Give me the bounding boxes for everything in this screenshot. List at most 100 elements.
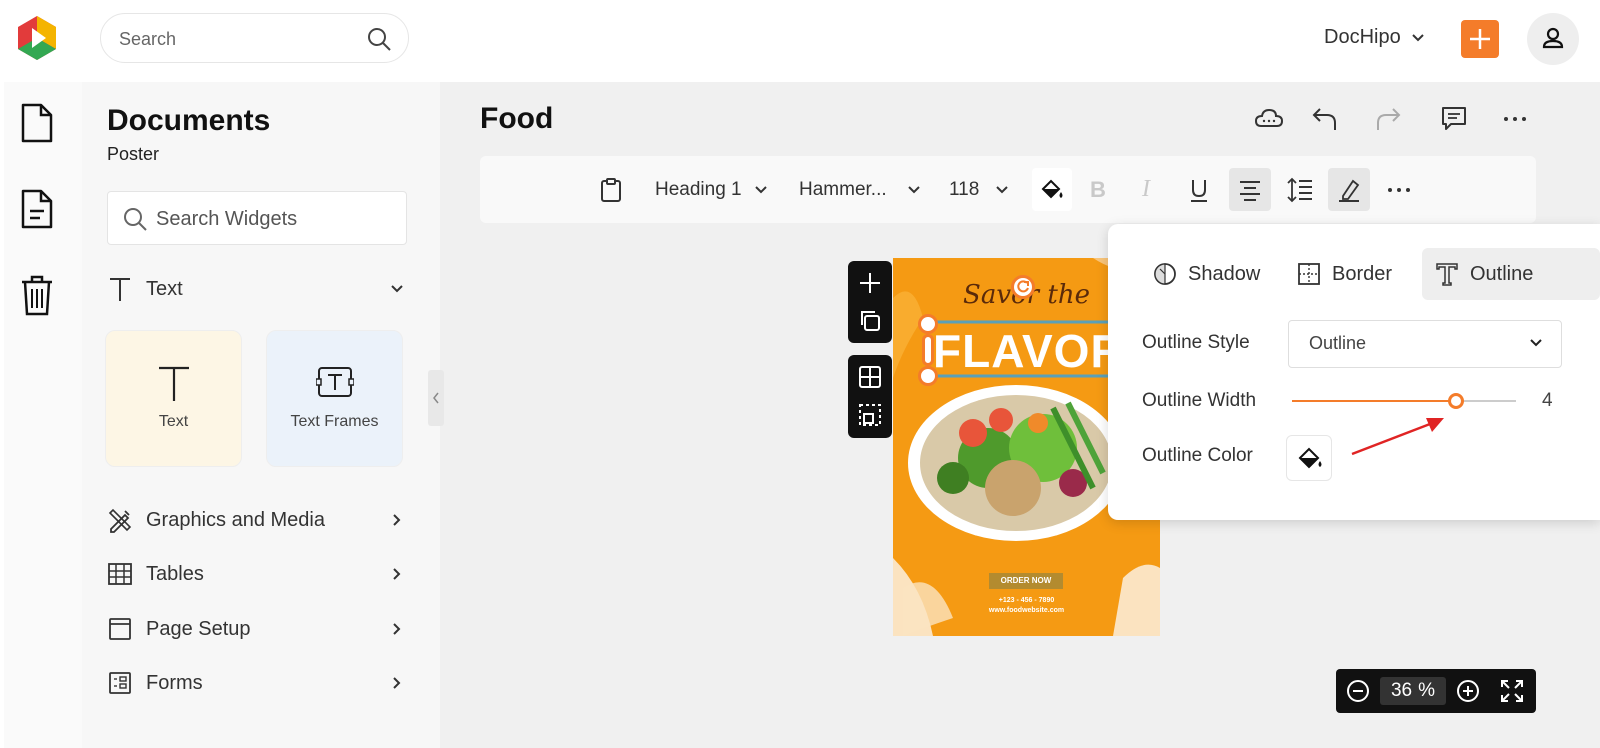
format-toolbar: Heading 1 Hammer... 118 B I bbox=[480, 156, 1536, 223]
line-spacing-icon bbox=[1287, 177, 1312, 202]
outline-style-value: Outline bbox=[1309, 333, 1367, 353]
zoom-level[interactable]: 36 % bbox=[1380, 677, 1446, 705]
outline-color-label: Outline Color bbox=[1142, 445, 1253, 466]
font-size-dropdown[interactable]: 118 bbox=[949, 156, 1009, 223]
global-search[interactable] bbox=[100, 13, 409, 63]
tab-shadow[interactable]: Shadow bbox=[1140, 248, 1272, 300]
document-title[interactable]: Food bbox=[480, 102, 553, 136]
form-icon bbox=[107, 670, 133, 696]
resize-handle-side[interactable] bbox=[922, 334, 934, 366]
zoom-unit: % bbox=[1418, 680, 1436, 701]
border-icon bbox=[1298, 263, 1320, 285]
slider-thumb[interactable] bbox=[1447, 393, 1464, 409]
clipboard-icon[interactable] bbox=[599, 156, 623, 223]
account-button[interactable] bbox=[1527, 13, 1579, 65]
tab-label: Border bbox=[1332, 262, 1393, 285]
create-button[interactable] bbox=[1461, 20, 1499, 58]
align-center-button[interactable] bbox=[1229, 168, 1271, 211]
outline-style-label: Outline Style bbox=[1142, 332, 1250, 353]
tab-border[interactable]: Border bbox=[1284, 248, 1404, 300]
bold-button[interactable]: B bbox=[1090, 156, 1106, 223]
workspace-dropdown[interactable]: DocHipo bbox=[1324, 26, 1425, 49]
outline-style-select[interactable]: Outline bbox=[1288, 320, 1562, 368]
undo-icon[interactable] bbox=[1310, 104, 1340, 134]
zoom-out-icon[interactable] bbox=[1346, 679, 1370, 703]
cloud-save-icon[interactable] bbox=[1254, 104, 1284, 134]
text-widget-card[interactable]: Text bbox=[105, 330, 242, 467]
duplicate-icon[interactable] bbox=[858, 309, 882, 333]
font-family-dropdown[interactable]: Hammer... bbox=[799, 156, 921, 223]
add-icon[interactable] bbox=[858, 271, 882, 295]
more-icon bbox=[1388, 187, 1410, 192]
page-setup-section-header[interactable]: Page Setup bbox=[107, 614, 407, 644]
search-icon bbox=[122, 206, 148, 232]
underline-button[interactable] bbox=[1188, 156, 1210, 223]
outline-text-icon bbox=[1436, 263, 1458, 286]
text-color-button[interactable] bbox=[1032, 168, 1072, 211]
chevron-right-icon bbox=[389, 566, 405, 582]
chevron-down-icon bbox=[389, 281, 405, 297]
zoom-in-icon[interactable] bbox=[1456, 679, 1480, 703]
collapse-panel-handle[interactable] bbox=[428, 370, 444, 426]
resize-handle-bottom[interactable] bbox=[918, 366, 938, 386]
text-effects-button[interactable] bbox=[1328, 168, 1370, 211]
comment-icon[interactable] bbox=[1439, 104, 1469, 134]
panel-title: Documents bbox=[107, 104, 271, 137]
font-family-value: Hammer... bbox=[799, 178, 887, 200]
tab-outline[interactable]: Outline bbox=[1422, 248, 1600, 300]
chevron-right-icon bbox=[389, 621, 405, 637]
italic-button[interactable]: I bbox=[1142, 156, 1150, 223]
zoom-control: 36 % bbox=[1336, 669, 1536, 713]
graphics-section-header[interactable]: Graphics and Media bbox=[107, 505, 407, 535]
search-icon[interactable] bbox=[366, 26, 392, 52]
chevron-down-icon bbox=[907, 185, 920, 193]
search-input[interactable] bbox=[119, 26, 349, 52]
toolbar-more-button[interactable] bbox=[1386, 156, 1412, 223]
element-actions-toolbar bbox=[848, 261, 892, 343]
line-spacing-button[interactable] bbox=[1286, 156, 1314, 223]
poster-headline: FLAVOR bbox=[933, 325, 1125, 377]
chevron-down-icon bbox=[996, 185, 1009, 193]
chevron-right-icon bbox=[389, 675, 405, 691]
paint-bucket-icon bbox=[1041, 179, 1063, 198]
element-layout-toolbar bbox=[848, 355, 892, 438]
page-setup-icon bbox=[107, 616, 133, 642]
workspace-name: DocHipo bbox=[1324, 26, 1401, 48]
card-label: Text Frames bbox=[290, 413, 379, 430]
text-icon bbox=[157, 365, 191, 403]
trash-icon[interactable] bbox=[20, 274, 54, 316]
forms-section-header[interactable]: Forms bbox=[107, 668, 407, 698]
chevron-down-icon bbox=[754, 185, 767, 193]
outline-width-value: 4 bbox=[1542, 390, 1553, 411]
file-icon[interactable] bbox=[20, 102, 54, 144]
rotate-handle[interactable] bbox=[1011, 275, 1035, 299]
chevron-down-icon bbox=[1530, 339, 1542, 347]
font-size-value: 118 bbox=[949, 178, 980, 200]
pen-ruler-icon bbox=[107, 507, 133, 533]
widget-search[interactable] bbox=[107, 191, 407, 245]
resize-handle-top[interactable] bbox=[918, 314, 938, 334]
widget-search-input[interactable] bbox=[156, 206, 386, 232]
select-area-icon[interactable] bbox=[858, 403, 882, 427]
redo-icon[interactable] bbox=[1373, 104, 1403, 134]
text-style-dropdown[interactable]: Heading 1 bbox=[655, 156, 768, 223]
poster-website: www.foodwebsite.com bbox=[988, 607, 1065, 614]
tables-section-header[interactable]: Tables bbox=[107, 559, 407, 589]
document-list-icon[interactable] bbox=[20, 188, 54, 230]
grid-icon[interactable] bbox=[858, 365, 882, 389]
fullscreen-icon[interactable] bbox=[1500, 679, 1524, 703]
user-icon bbox=[1542, 27, 1564, 49]
rotate-icon bbox=[1017, 280, 1029, 293]
text-style-value: Heading 1 bbox=[655, 178, 742, 200]
text-frame-icon bbox=[315, 365, 354, 399]
outline-width-slider[interactable] bbox=[1292, 393, 1516, 409]
dochipo-logo[interactable] bbox=[14, 14, 60, 62]
outline-color-button[interactable] bbox=[1286, 435, 1332, 481]
annotation-arrow bbox=[1351, 418, 1444, 456]
more-icon[interactable] bbox=[1500, 104, 1530, 134]
text-frames-widget-card[interactable]: Text Frames bbox=[266, 330, 403, 467]
poster-cta: ORDER NOW bbox=[1000, 576, 1052, 585]
tab-label: Shadow bbox=[1188, 262, 1261, 285]
align-center-icon bbox=[1240, 180, 1260, 201]
text-section-header[interactable]: Text bbox=[107, 274, 407, 304]
